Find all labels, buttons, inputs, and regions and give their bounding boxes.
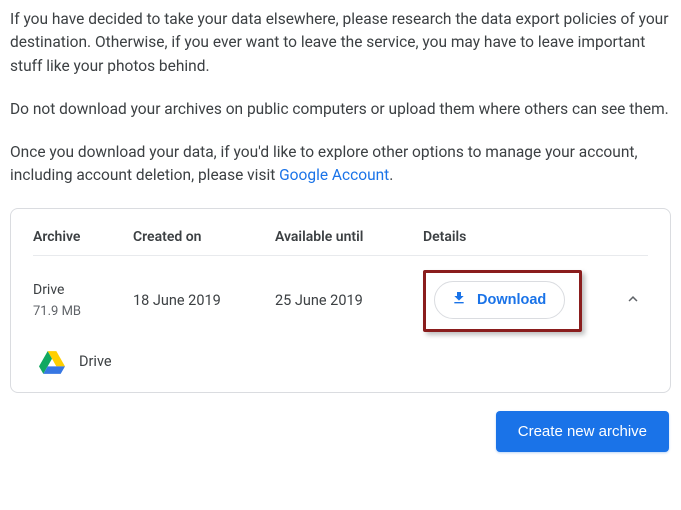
download-label: Download — [477, 292, 546, 308]
archive-product-row: Drive — [33, 344, 648, 376]
table-header-row: Archive Created on Available until Detai… — [33, 223, 648, 256]
col-header-archive: Archive — [33, 229, 133, 245]
download-icon — [451, 290, 467, 310]
download-highlight: Download — [423, 270, 582, 332]
intro-paragraph-3: Once you download your data, if you'd li… — [10, 141, 671, 188]
archive-product-name: Drive — [79, 353, 112, 370]
collapse-button[interactable] — [618, 284, 648, 317]
table-row: Drive 71.9 MB 18 June 2019 25 June 2019 … — [33, 256, 648, 344]
intro-p3-text-b: . — [389, 166, 393, 184]
download-button[interactable]: Download — [434, 281, 565, 319]
chevron-up-icon — [624, 296, 642, 311]
archive-created: 18 June 2019 — [133, 292, 275, 309]
archives-card: Archive Created on Available until Detai… — [10, 208, 671, 393]
archive-size: 71.9 MB — [33, 304, 133, 319]
archive-available: 25 June 2019 — [275, 292, 423, 309]
col-header-available: Available until — [275, 229, 423, 245]
drive-icon — [39, 350, 65, 374]
google-account-link[interactable]: Google Account — [279, 166, 389, 184]
intro-paragraph-1: If you have decided to take your data el… — [10, 8, 671, 78]
archive-name: Drive — [33, 282, 133, 298]
col-header-created: Created on — [133, 229, 275, 245]
create-new-archive-button[interactable]: Create new archive — [496, 411, 669, 452]
col-header-details: Details — [423, 229, 608, 245]
intro-paragraph-2: Do not download your archives on public … — [10, 98, 671, 121]
